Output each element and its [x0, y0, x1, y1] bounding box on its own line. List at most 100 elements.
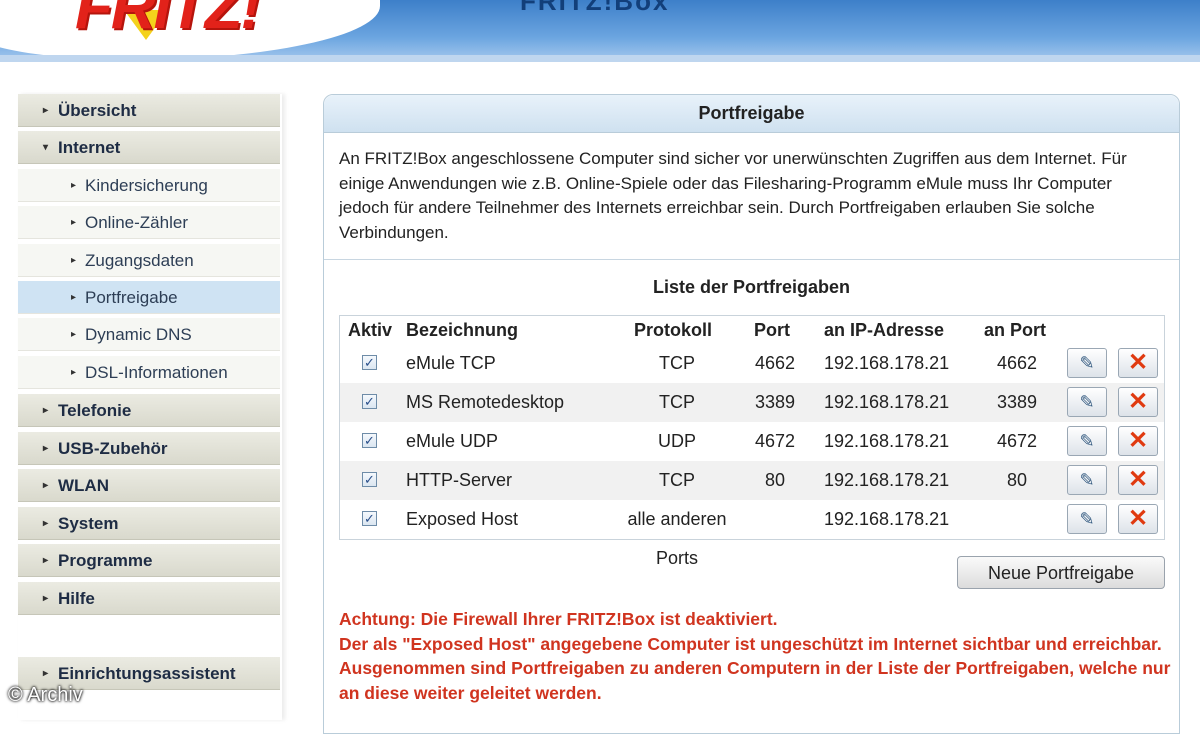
triangle-right-icon: ▸ [71, 329, 77, 340]
triangle-right-icon: ▸ [71, 367, 77, 378]
sidebar-item-portfreigabe[interactable]: ▸ Portfreigabe [18, 281, 280, 314]
delete-icon: ✕ [1127, 427, 1149, 454]
cell-ip: 192.168.178.21 [824, 470, 950, 490]
sidebar-item-label: USB-Zubehör [58, 439, 168, 458]
table-row: ✓ eMule UDP UDP 4672 192.168.178.21 4672 ✎ ✕ [340, 422, 1164, 461]
warning-line-1: Achtung: Die Firewall Ihrer FRITZ!Box is… [339, 609, 778, 629]
delete-button[interactable]: ✕ [1118, 465, 1158, 495]
sidebar-item-programme[interactable]: ▸ Programme [18, 544, 280, 577]
sidebar-item-kindersicherung[interactable]: ▸ Kindersicherung [18, 169, 280, 202]
sidebar-item-label: Programme [58, 551, 153, 570]
edit-button[interactable]: ✎ [1067, 426, 1107, 456]
delete-icon: ✕ [1127, 466, 1149, 493]
col-header-port: Port [754, 320, 790, 340]
header-title: FRITZ!Box [520, 0, 670, 16]
sidebar-item-usb-zubehör[interactable]: ▸ USB-Zubehör [18, 432, 280, 465]
cell-bezeichnung: eMule UDP [406, 431, 499, 451]
cell-protokoll: alle anderen Ports [627, 509, 727, 568]
sidebar-item-label: Kindersicherung [85, 176, 208, 195]
sidebar-item-übersicht[interactable]: ▸ Übersicht [18, 94, 280, 127]
edit-icon: ✎ [1079, 431, 1095, 451]
triangle-right-icon: ▸ [43, 105, 49, 116]
triangle-right-icon: ▸ [43, 480, 49, 491]
table-row: ✓ HTTP-Server TCP 80 192.168.178.21 80 ✎ ✕ [340, 461, 1164, 500]
cell-ip: 192.168.178.21 [824, 509, 950, 529]
triangle-right-icon: ▸ [43, 518, 49, 529]
sidebar-item-dsl-informationen[interactable]: ▸ DSL-Informationen [18, 356, 280, 389]
new-portfreigabe-button[interactable]: Neue Portfreigabe [957, 556, 1165, 589]
divider [324, 259, 1179, 260]
sidebar-item-label: Portfreigabe [85, 288, 178, 307]
cell-an-port: 80 [1006, 470, 1028, 490]
col-header-ip: an IP-Adresse [824, 320, 945, 340]
cell-an-port: 4672 [996, 431, 1038, 451]
cell-port: 3389 [754, 392, 796, 412]
triangle-right-icon: ▸ [71, 255, 77, 266]
cell-port: 4672 [754, 431, 796, 451]
delete-button[interactable]: ✕ [1118, 348, 1158, 378]
sidebar-item-label: DSL-Informationen [85, 363, 228, 382]
sidebar-item-label: Hilfe [58, 589, 95, 608]
col-header-an-port: an Port [984, 320, 1047, 340]
cell-port: 80 [764, 470, 786, 490]
edit-button[interactable]: ✎ [1067, 504, 1107, 534]
sidebar-item-online-zähler[interactable]: ▸ Online-Zähler [18, 206, 280, 239]
firewall-warning: Achtung: Die Firewall Ihrer FRITZ!Box is… [339, 607, 1174, 705]
aktiv-checkbox[interactable]: ✓ [362, 394, 377, 409]
triangle-right-icon: ▸ [71, 180, 77, 191]
sidebar-item-label: Telefonie [58, 401, 132, 420]
aktiv-checkbox[interactable]: ✓ [362, 355, 377, 370]
portfreigabe-panel: Portfreigabe An FRITZ!Box angeschlossene… [323, 94, 1180, 734]
delete-button[interactable]: ✕ [1118, 504, 1158, 534]
sidebar-item-wlan[interactable]: ▸ WLAN [18, 469, 280, 502]
triangle-right-icon: ▸ [43, 593, 49, 604]
sidebar-item-telefonie[interactable]: ▸ Telefonie [18, 394, 280, 427]
sidebar-item-system[interactable]: ▸ System [18, 507, 280, 540]
portfreigaben-table: Aktiv Bezeichnung Protokoll Port an IP-A… [339, 315, 1165, 568]
sidebar-item-label: Einrichtungsassistent [58, 664, 236, 683]
list-title: Liste der Portfreigaben [652, 277, 851, 297]
sidebar-item-label: Übersicht [58, 101, 137, 120]
delete-button[interactable]: ✕ [1118, 426, 1158, 456]
cell-protokoll: UDP [657, 431, 696, 451]
sidebar-item-label: WLAN [58, 476, 109, 495]
table-row: ✓ eMule TCP TCP 4662 192.168.178.21 4662 ✎ ✕ [340, 344, 1164, 383]
delete-button[interactable]: ✕ [1118, 387, 1158, 417]
col-header-protokoll: Protokoll [634, 320, 713, 340]
sidebar-item-dynamic-dns[interactable]: ▸ Dynamic DNS [18, 318, 280, 351]
sidebar-item-zugangsdaten[interactable]: ▸ Zugangsdaten [18, 244, 280, 277]
cell-an-port: 4662 [996, 353, 1038, 373]
triangle-right-icon: ▸ [43, 555, 49, 566]
sidebar-item-hilfe[interactable]: ▸ Hilfe [18, 582, 280, 615]
edit-icon: ✎ [1079, 509, 1095, 529]
aktiv-checkbox[interactable]: ✓ [362, 511, 377, 526]
intro-text: An FRITZ!Box angeschlossene Computer sin… [339, 149, 1127, 242]
sidebar-item-internet[interactable]: ▾ Internet [18, 131, 280, 164]
triangle-right-icon: ▸ [43, 443, 49, 454]
edit-button[interactable]: ✎ [1067, 465, 1107, 495]
col-header-aktiv: Aktiv [348, 320, 393, 340]
sidebar-item-label: Dynamic DNS [85, 325, 192, 344]
edit-button[interactable]: ✎ [1067, 387, 1107, 417]
header-band [0, 55, 1200, 62]
col-header-bezeichnung: Bezeichnung [406, 320, 519, 340]
edit-icon: ✎ [1079, 392, 1095, 412]
table-row: ✓ Exposed Host alle anderen Ports 192.168.1… [340, 500, 1164, 568]
aktiv-checkbox[interactable]: ✓ [362, 433, 377, 448]
edit-icon: ✎ [1079, 470, 1095, 490]
triangle-right-icon: ▸ [71, 292, 77, 303]
cell-port: 4662 [754, 353, 796, 373]
panel-title: Portfreigabe [324, 95, 1179, 133]
cell-bezeichnung: eMule TCP [406, 353, 496, 373]
warning-line-2: Der als "Exposed Host" angegebene Comput… [339, 633, 1171, 703]
cell-bezeichnung: Exposed Host [406, 509, 519, 529]
sidebar-item-label: System [58, 514, 119, 533]
triangle-right-icon: ▸ [71, 217, 77, 228]
aktiv-checkbox[interactable]: ✓ [362, 472, 377, 487]
delete-icon: ✕ [1127, 349, 1149, 376]
edit-button[interactable]: ✎ [1067, 348, 1107, 378]
fritz-logo: FRITZ! [75, 0, 261, 42]
cell-ip: 192.168.178.21 [824, 353, 950, 373]
delete-icon: ✕ [1127, 505, 1149, 532]
edit-icon: ✎ [1079, 353, 1095, 373]
